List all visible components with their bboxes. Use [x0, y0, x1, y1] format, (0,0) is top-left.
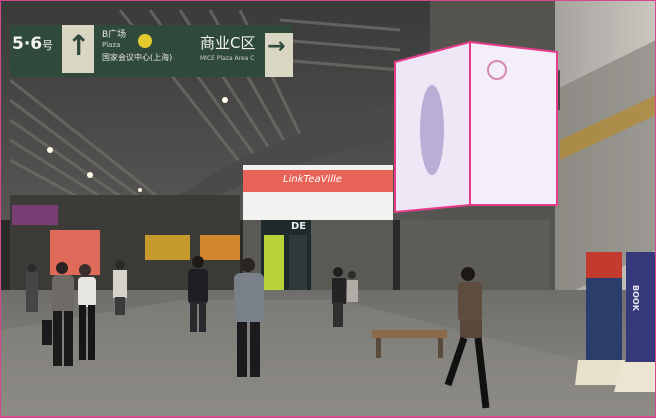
right-arrow-icon: → [267, 34, 286, 59]
lightbox-right-face [469, 40, 558, 206]
lightbox-figure [420, 85, 444, 175]
sign-plaza-venue: 国家会议中心(上海) [102, 53, 173, 62]
sign-plaza-name: B广场 [102, 30, 127, 40]
kiosk-label: DE [291, 221, 307, 232]
up-arrow-icon: ↑ [67, 29, 91, 62]
sign-zone-english: MICE Plaza Area C [200, 55, 255, 62]
shop-display-yellow [145, 235, 190, 260]
rollup-banner-label: BOOK [631, 285, 640, 311]
sign-zone-name: 商业C区 [200, 34, 256, 52]
neon-shop-sign [12, 205, 58, 225]
bench [372, 330, 447, 338]
mall-interior-photo: 5·6 号 ↑ B广场 Plaza 国家会议中心(上海) 商业C区 MICE P… [0, 0, 656, 418]
sign-floors: 5·6 [12, 34, 43, 54]
storefront-banner-text: LinkTeaVille [283, 174, 342, 185]
sign-floors-suffix: 号 [42, 39, 53, 52]
sign-plaza-english: Plaza [102, 41, 121, 49]
scene-drawing [0, 0, 656, 418]
shop-display-orange [200, 235, 240, 260]
